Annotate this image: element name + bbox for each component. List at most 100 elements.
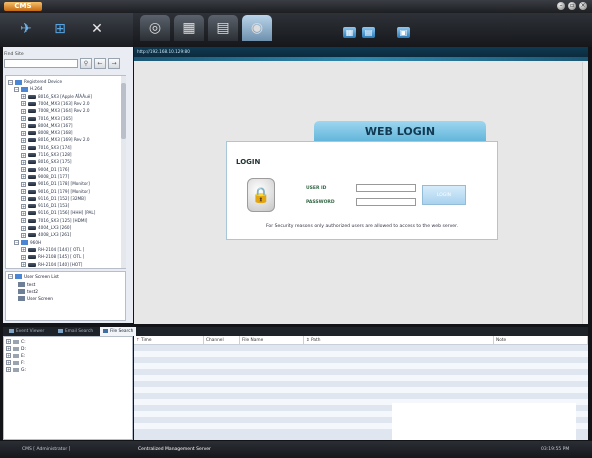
expand-icon[interactable]: + — [21, 232, 26, 238]
layout-button[interactable]: ▦ — [343, 27, 356, 38]
tab-event-viewer[interactable]: Event Viewer — [6, 327, 47, 336]
restore-button[interactable]: ▫ — [568, 2, 576, 10]
device-item[interactable]: +7016_SX3 [125] [HDMI] — [21, 217, 87, 224]
expand-icon[interactable]: + — [21, 94, 26, 100]
expand-icon[interactable]: + — [21, 247, 26, 253]
device-item[interactable]: +9116_D1 [152] [32MB] — [21, 195, 86, 202]
expand-icon[interactable]: + — [21, 203, 26, 209]
tab-setup[interactable]: ▤ — [208, 15, 238, 41]
device-item[interactable]: + RH-2108 [145] [ OTL ] — [21, 253, 84, 260]
expand-icon[interactable]: + — [21, 152, 26, 158]
close-button[interactable]: × — [579, 2, 587, 10]
device-item[interactable]: +4008_LX3 [261] — [21, 231, 71, 238]
list-item[interactable]: test — [18, 282, 35, 289]
layout-2-button[interactable]: ▤ — [362, 27, 375, 38]
pin-icon[interactable]: ✈ — [16, 19, 36, 39]
expand-icon[interactable]: + — [21, 101, 26, 107]
device-item[interactable]: +8016_MX3 [169] Rev 2.0 — [21, 136, 90, 143]
find-next-button[interactable]: → — [108, 58, 120, 69]
device-item[interactable]: +9016_D1 [179] [Monitor] — [21, 188, 90, 195]
device-item[interactable]: +8004_MX3 [167] — [21, 122, 73, 129]
column-channel[interactable]: Channel — [204, 336, 240, 345]
device-item[interactable]: +8016_SX3 [Apple ÄÎÁÂuë] — [21, 93, 92, 100]
expand-icon[interactable]: + — [21, 262, 26, 267]
device-item[interactable]: +7016_MX3 [165] — [21, 115, 73, 122]
add-device-icon[interactable]: ⊞ — [50, 19, 70, 39]
expand-icon[interactable]: + — [21, 137, 26, 143]
drive-item[interactable]: + F: — [6, 360, 25, 367]
device-item[interactable]: + RH-2104 [144] [ OTL ] — [21, 246, 84, 253]
expand-icon[interactable]: + — [21, 123, 26, 129]
expand-icon[interactable]: + — [21, 130, 26, 136]
device-item[interactable]: +9004_D1 [176] — [21, 166, 69, 173]
drive-item[interactable]: + C: — [6, 339, 26, 346]
tab-file-search[interactable]: File Search — [100, 327, 137, 336]
expand-icon[interactable]: + — [6, 353, 11, 358]
expand-icon[interactable]: + — [21, 196, 26, 202]
tab-monitor[interactable]: ◎ — [140, 15, 170, 41]
column-path[interactable]: ⇕ Path — [304, 336, 494, 345]
expand-icon[interactable]: + — [21, 108, 26, 114]
expand-icon[interactable]: + — [21, 181, 26, 187]
expand-icon[interactable]: + — [21, 174, 26, 180]
expand-icon[interactable]: + — [21, 254, 26, 260]
tab-playback[interactable]: ▦ — [174, 15, 204, 41]
user-id-input[interactable] — [356, 184, 416, 192]
column-time[interactable]: ↑ Time — [134, 336, 204, 345]
list-item[interactable]: User Screen — [18, 296, 53, 303]
collapse-icon[interactable]: − — [8, 79, 13, 85]
expand-icon[interactable]: + — [21, 189, 26, 194]
device-item[interactable]: +7004_MX3 [163] Rev 2.0 — [21, 100, 90, 107]
collapse-icon[interactable]: − — [14, 86, 19, 92]
device-item[interactable]: +7016_SX3 [174] — [21, 144, 72, 151]
column-file-name[interactable]: File Name — [240, 336, 304, 345]
list-item[interactable]: test2 — [18, 289, 38, 296]
address-bar[interactable]: http://192.168.10.129:80 — [134, 47, 588, 57]
tree-scroll-thumb[interactable] — [121, 83, 126, 139]
tree-root[interactable]: − Registered Device — [8, 78, 62, 85]
minimize-button[interactable]: – — [557, 2, 565, 10]
drive-item[interactable]: + D: — [6, 346, 26, 353]
collapse-icon[interactable]: − — [14, 240, 19, 246]
find-prev-button[interactable]: ← — [94, 58, 106, 69]
device-group[interactable]: − 960H — [14, 239, 41, 246]
expand-icon[interactable]: + — [21, 167, 26, 173]
expand-icon[interactable]: + — [6, 360, 11, 365]
device-item[interactable]: +9016_D1 [178] [Monitor] — [21, 180, 90, 187]
expand-icon[interactable]: + — [6, 339, 11, 344]
tab-email-search[interactable]: Email Search — [55, 327, 96, 336]
password-input[interactable] — [356, 198, 416, 206]
tools-icon[interactable]: ✕ — [87, 19, 107, 39]
expand-icon[interactable]: + — [21, 210, 26, 216]
device-item[interactable]: +8008_MX3 [168] — [21, 129, 73, 136]
expand-icon[interactable]: + — [21, 225, 26, 231]
device-item[interactable]: +8016_SX3 [175] — [21, 158, 72, 165]
expand-icon[interactable]: + — [6, 367, 11, 372]
tab-web[interactable]: ◉ — [242, 15, 272, 41]
web-view-scrollbar[interactable] — [582, 62, 588, 324]
column-note[interactable]: Note — [494, 336, 588, 345]
expand-icon[interactable]: + — [21, 145, 26, 151]
device-group[interactable]: − H.264 — [14, 85, 42, 92]
collapse-icon[interactable]: − — [8, 274, 13, 279]
device-item[interactable]: + RH-2104 [140] [HOT] — [21, 261, 82, 268]
find-site-label: Find Site — [4, 52, 24, 57]
device-item[interactable]: +9116_D1 [156] [HHH] [PAL] — [21, 209, 95, 216]
find-site-input[interactable] — [4, 59, 78, 68]
device-item[interactable]: +7008_MX3 [164] Rev 2.0 — [21, 107, 90, 114]
export-button[interactable]: ▣ — [397, 27, 410, 38]
expand-icon[interactable]: + — [21, 159, 26, 165]
device-item[interactable]: +4004_LX3 [260] — [21, 224, 71, 231]
device-item[interactable]: +9008_D1 [177] — [21, 173, 69, 180]
expand-icon[interactable]: + — [21, 218, 26, 224]
device-item[interactable]: +9116_D1 [153] — [21, 202, 69, 209]
drive-item[interactable]: + G: — [6, 367, 26, 374]
user-screen-list-title-row[interactable]: − User Screen List — [8, 274, 59, 281]
expand-icon[interactable]: + — [21, 116, 26, 121]
drive-item[interactable]: + E: — [6, 353, 25, 360]
expand-icon[interactable]: + — [6, 346, 11, 351]
drive-icon — [13, 339, 19, 344]
login-button[interactable]: LOGIN — [422, 185, 466, 205]
find-search-button[interactable]: ⚲ — [80, 58, 92, 69]
device-item[interactable]: +7116_SX3 [128] — [21, 151, 72, 158]
